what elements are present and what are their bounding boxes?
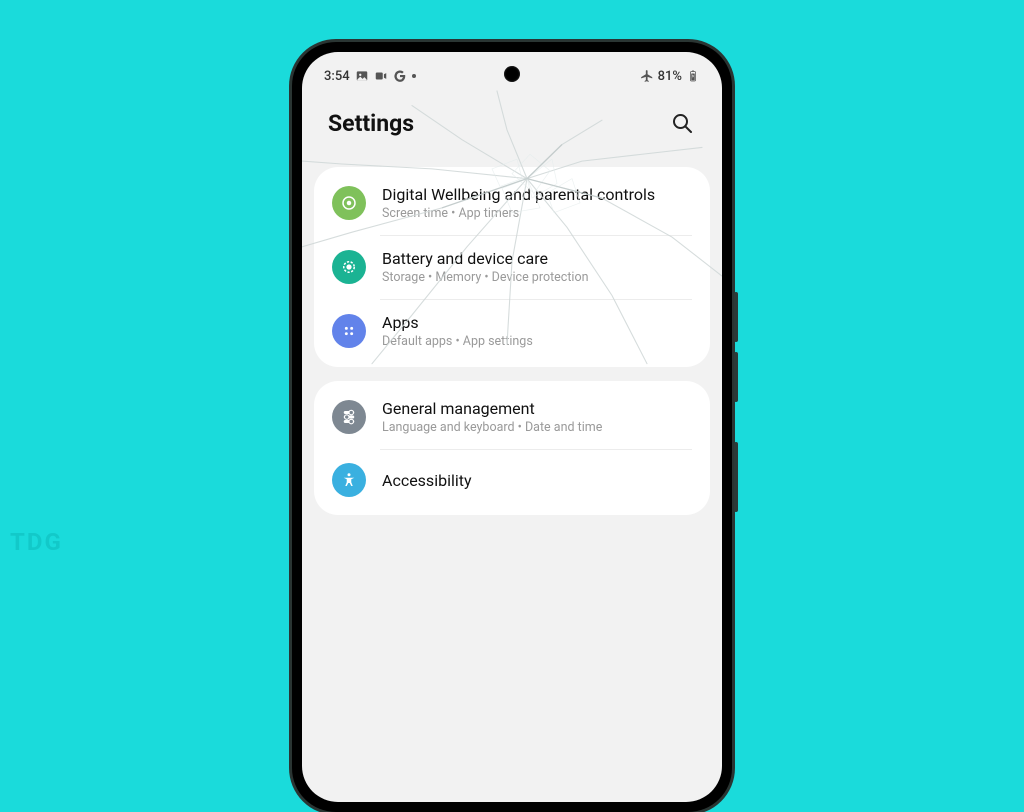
wellbeing-icon xyxy=(332,186,366,220)
settings-item-battery-device-care[interactable]: Battery and device care Storage • Memory… xyxy=(314,235,710,299)
image-icon xyxy=(355,69,369,83)
settings-list: Digital Wellbeing and parental controls … xyxy=(302,167,722,515)
item-subtitle: Language and keyboard • Date and time xyxy=(382,420,692,435)
item-title: Digital Wellbeing and parental controls xyxy=(382,185,692,204)
general-management-icon xyxy=(332,400,366,434)
settings-item-digital-wellbeing[interactable]: Digital Wellbeing and parental controls … xyxy=(314,171,710,235)
device-care-icon xyxy=(332,250,366,284)
phone-frame: 3:54 81% xyxy=(292,42,732,812)
item-title: General management xyxy=(382,399,692,418)
settings-header: Settings xyxy=(302,92,722,167)
item-subtitle: Screen time • App timers xyxy=(382,206,692,221)
settings-group: General management Language and keyboard… xyxy=(314,381,710,515)
settings-item-apps[interactable]: Apps Default apps • App settings xyxy=(314,299,710,363)
screen: 3:54 81% xyxy=(302,52,722,802)
status-dot xyxy=(412,74,416,78)
page-title: Settings xyxy=(328,110,414,137)
power-button[interactable] xyxy=(734,442,738,512)
status-time: 3:54 xyxy=(324,69,350,84)
camera-hole xyxy=(504,66,520,82)
status-left: 3:54 xyxy=(324,69,416,84)
volume-up-button[interactable] xyxy=(734,292,738,342)
video-icon xyxy=(374,69,388,83)
apps-icon xyxy=(332,314,366,348)
item-title: Battery and device care xyxy=(382,249,692,268)
settings-item-general-management[interactable]: General management Language and keyboard… xyxy=(314,385,710,449)
accessibility-icon xyxy=(332,463,366,497)
settings-item-accessibility[interactable]: Accessibility xyxy=(314,449,710,511)
item-title: Accessibility xyxy=(382,471,692,490)
search-button[interactable] xyxy=(670,111,696,137)
item-subtitle: Storage • Memory • Device protection xyxy=(382,270,692,285)
status-battery-text: 81% xyxy=(658,69,682,84)
google-icon xyxy=(393,69,407,83)
watermark-text: TDG xyxy=(10,528,63,556)
settings-group: Digital Wellbeing and parental controls … xyxy=(314,167,710,367)
status-right: 81% xyxy=(640,69,700,84)
battery-icon xyxy=(686,69,700,83)
airplane-icon xyxy=(640,69,654,83)
volume-down-button[interactable] xyxy=(734,352,738,402)
item-title: Apps xyxy=(382,313,692,332)
item-subtitle: Default apps • App settings xyxy=(382,334,692,349)
